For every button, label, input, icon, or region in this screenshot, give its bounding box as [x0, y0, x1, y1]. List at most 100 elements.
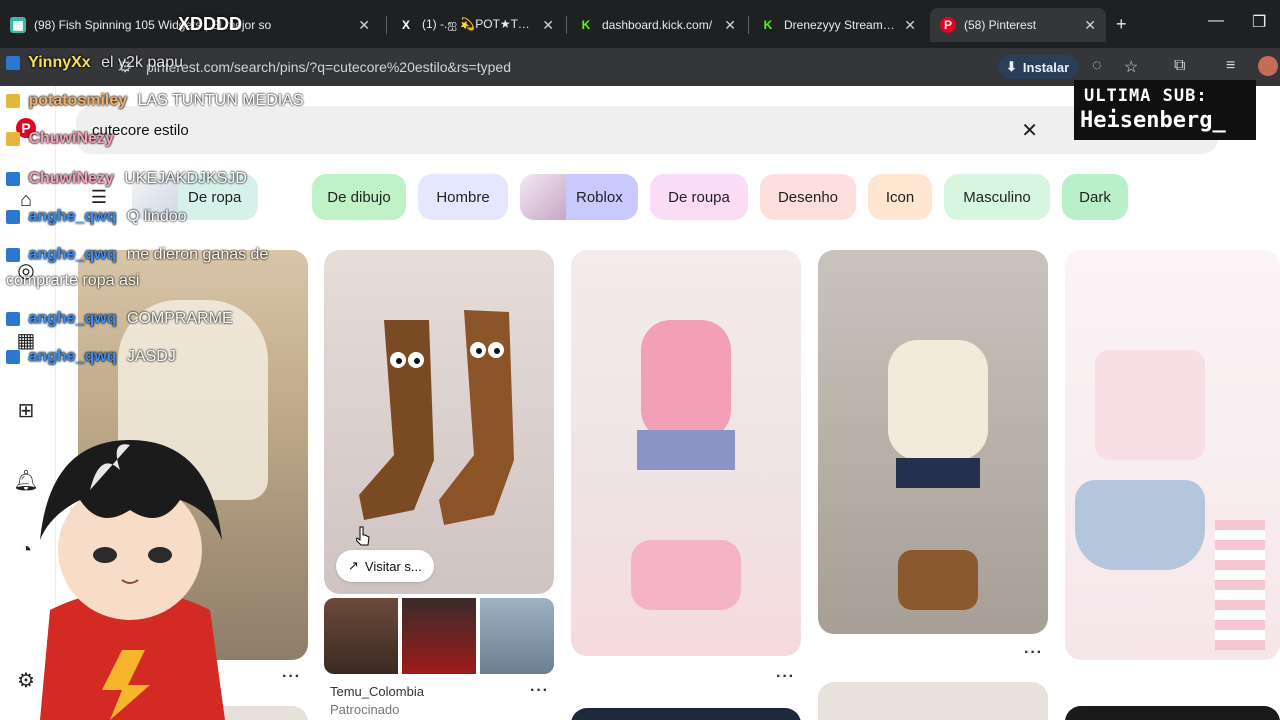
- pin-figure: [118, 300, 268, 500]
- explore-icon[interactable]: ◎: [14, 258, 38, 282]
- screen: ▦ (98) Fish Spinning 105 Widgets | El me…: [0, 0, 1280, 720]
- tab-title: (58) Pinterest: [964, 18, 1037, 32]
- chip-hombre[interactable]: Hombre: [418, 174, 508, 220]
- chip-dark[interactable]: Dark: [1062, 174, 1128, 220]
- chip-label: De dibujo: [327, 188, 391, 206]
- settings-icon[interactable]: ⚙: [14, 668, 38, 692]
- pin-image[interactable]: [78, 250, 308, 660]
- pin-item-skirt: [1075, 480, 1205, 570]
- pin-figure: [888, 340, 988, 460]
- svg-text:P: P: [21, 120, 30, 136]
- chip-label: Icon: [885, 188, 915, 206]
- tab-x[interactable]: X (1) -.ஐ 💫POT★TO💫 ✕: [388, 8, 564, 42]
- visit-label: Visitar s...: [364, 558, 422, 574]
- visit-site-button[interactable]: ↗ Visitar s...: [336, 550, 434, 582]
- kick-logo-icon: K: [581, 18, 591, 32]
- pin-thumbnail[interactable]: [324, 598, 398, 674]
- app-grid-icon: ▦: [10, 17, 26, 33]
- pin-more-options-icon[interactable]: ···: [530, 682, 549, 700]
- pin-more-options-icon[interactable]: ···: [776, 668, 795, 686]
- profile-avatar[interactable]: [1258, 56, 1278, 76]
- clear-search-icon[interactable]: ✕: [1021, 118, 1038, 143]
- extensions-icon[interactable]: ⧉: [1174, 57, 1185, 75]
- left-navigation: P ⌂ ◎ ▦ ⊞ 🔔︎ ◔ ⚙: [0, 86, 56, 720]
- url-field[interactable]: pinterest.com/search/pins/?q=cutecore%20…: [146, 59, 511, 75]
- external-link-icon: ↗: [348, 558, 359, 573]
- close-icon[interactable]: ✕: [1084, 17, 1096, 34]
- tab-separator: [748, 16, 749, 34]
- new-tab-button[interactable]: +: [1116, 14, 1127, 35]
- star-icon[interactable]: ☆: [1124, 57, 1138, 77]
- tab-pinterest[interactable]: P (58) Pinterest ✕: [930, 8, 1106, 42]
- chip-desenho[interactable]: Desenho: [760, 174, 856, 220]
- chip-de-ropa[interactable]: De ropa: [132, 174, 258, 220]
- pin-image[interactable]: [78, 706, 308, 720]
- pin-figure-shoes: [631, 540, 741, 610]
- chip-label: Desenho: [777, 188, 839, 206]
- chip-thumbnail: [520, 174, 566, 220]
- chip-masculino[interactable]: Masculino: [944, 174, 1050, 220]
- boards-icon[interactable]: ▦: [14, 328, 38, 352]
- pin-more-options-icon[interactable]: ···: [1024, 644, 1043, 662]
- close-icon[interactable]: ✕: [542, 17, 554, 34]
- chip-de-dibujo[interactable]: De dibujo: [312, 174, 406, 220]
- chip-roblox[interactable]: Roblox: [520, 174, 638, 220]
- search-bar[interactable]: cutecore estilo ✕: [76, 106, 1218, 154]
- chip-label: Dark: [1079, 188, 1111, 206]
- install-icon: ⬇: [1006, 59, 1017, 74]
- pin-thumbnail[interactable]: [480, 598, 554, 674]
- minimize-icon[interactable]: —: [1208, 12, 1224, 30]
- pin-figure: [641, 320, 731, 440]
- pin-image[interactable]: [571, 250, 801, 656]
- reading-list-icon[interactable]: ≡: [1226, 57, 1235, 75]
- pin-item-stockings: [1215, 520, 1265, 650]
- tab-title: (98) Fish Spinning 105 Widgets | El mejo…: [34, 18, 272, 32]
- socks-illustration: [359, 310, 514, 525]
- search-input[interactable]: cutecore estilo: [92, 122, 189, 139]
- x-logo-icon: X: [401, 18, 410, 32]
- notifications-icon[interactable]: 🔔︎: [13, 468, 38, 492]
- close-icon[interactable]: ✕: [358, 17, 370, 34]
- sponsor-name[interactable]: Temu_Colombia: [330, 684, 424, 699]
- pin-image[interactable]: [1065, 250, 1280, 660]
- pin-figure-skirt: [896, 458, 980, 488]
- address-bar: ⚙ pinterest.com/search/pins/?q=cutecore%…: [0, 48, 1280, 86]
- chip-de-roupa[interactable]: De roupa: [650, 174, 748, 220]
- pinterest-logo-icon: P: [940, 17, 956, 33]
- tab-kick-dashboard[interactable]: K dashboard.kick.com/ ✕: [568, 8, 746, 42]
- pin-thumbnail[interactable]: [402, 598, 476, 674]
- messages-icon[interactable]: ◔: [14, 538, 38, 562]
- sponsored-label: Patrocinado: [330, 702, 400, 717]
- tab-separator: [386, 16, 387, 34]
- site-info-icon[interactable]: ⚙: [118, 57, 132, 77]
- pinterest-page: P ⌂ ◎ ▦ ⊞ 🔔︎ ◔ ⚙ cutecore estilo ✕ ☰ De …: [0, 86, 1280, 720]
- install-app-button[interactable]: ⬇ Instalar: [998, 55, 1080, 79]
- filters-button[interactable]: ☰: [76, 174, 122, 220]
- chip-label: Hombre: [436, 188, 490, 206]
- chip-icon[interactable]: Icon: [868, 174, 932, 220]
- pin-figure-skirt: [637, 430, 735, 470]
- tab-title: (1) -.ஐ 💫POT★TO💫: [422, 17, 535, 31]
- pin-image[interactable]: [818, 250, 1048, 634]
- kick-logo-icon: K: [763, 18, 773, 32]
- chip-label: De roupa: [668, 188, 730, 206]
- eye-off-icon[interactable]: ◌: [1092, 57, 1102, 75]
- close-icon[interactable]: ✕: [904, 17, 916, 34]
- close-icon[interactable]: ✕: [724, 17, 736, 34]
- tab-separator: [566, 16, 567, 34]
- pinterest-logo-icon[interactable]: P: [14, 116, 38, 140]
- pin-more-options-icon[interactable]: ···: [282, 668, 301, 686]
- chip-label: Masculino: [963, 188, 1031, 206]
- pin-image[interactable]: [818, 682, 1048, 720]
- chip-thumbnail: [132, 174, 178, 220]
- tab-widgets[interactable]: ▦ (98) Fish Spinning 105 Widgets | El me…: [0, 8, 380, 42]
- chip-label: Roblox: [576, 188, 623, 206]
- create-icon[interactable]: ⊞: [14, 398, 38, 422]
- pin-image[interactable]: [1065, 706, 1280, 720]
- tab-kick-stream[interactable]: K Drenezyyy Stream - V ✕: [750, 8, 926, 42]
- sponsored-pin[interactable]: ↗ Visitar s...: [324, 250, 554, 594]
- maximize-icon[interactable]: ❐: [1252, 12, 1266, 32]
- pin-image[interactable]: [571, 708, 801, 720]
- chip-label: De ropa: [188, 188, 242, 206]
- home-icon[interactable]: ⌂: [14, 188, 38, 212]
